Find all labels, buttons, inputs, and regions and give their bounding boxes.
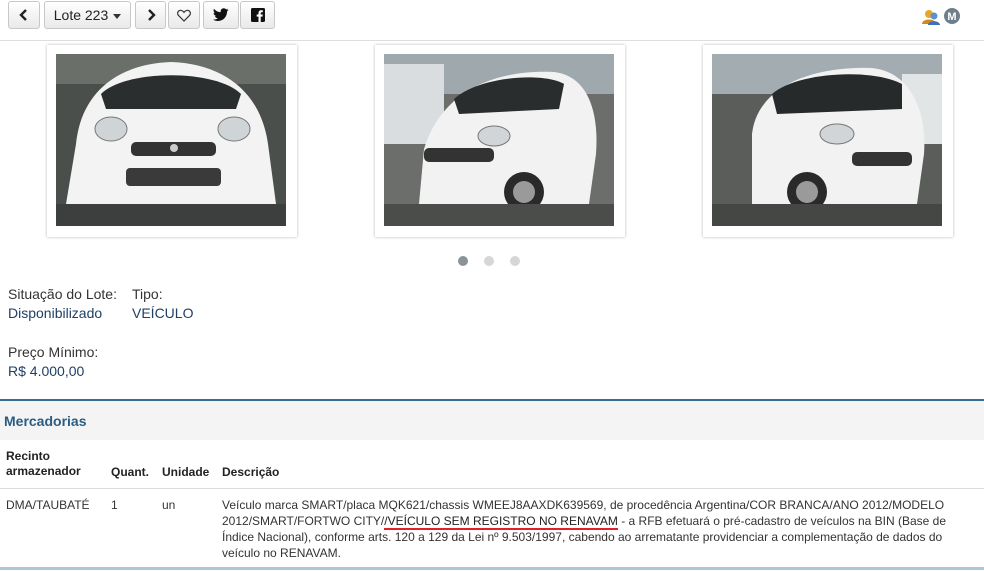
heart-icon (177, 9, 191, 22)
user-group-icon: M (922, 8, 960, 25)
header-recinto-line1: Recinto (6, 449, 51, 463)
twitter-share-button[interactable] (203, 1, 239, 29)
header-recinto-line2: armazenador (6, 464, 81, 478)
table-header-divider (0, 488, 984, 489)
carousel-dot-1[interactable] (458, 256, 468, 266)
cell-descricao: Veículo marca SMART/placa MQK621/chassis… (222, 497, 962, 561)
mercadorias-section-header: Mercadorias (0, 399, 984, 440)
carousel-dot-2[interactable] (484, 256, 494, 266)
next-lote-button[interactable] (135, 1, 166, 29)
table-bottom-border (0, 567, 984, 570)
user-badge-letter: M (947, 11, 956, 23)
header-quant: Quant. (111, 465, 149, 479)
car-photo-front-left (384, 54, 614, 226)
mercadorias-title: Mercadorias (4, 413, 87, 429)
facebook-share-button[interactable] (240, 1, 275, 29)
car-photo-front-right (712, 54, 942, 226)
lote-label: Lote 223 (53, 7, 109, 23)
gallery-photo[interactable] (703, 45, 953, 237)
situacao-value: Disponibilizado (8, 305, 103, 321)
cell-unidade: un (162, 498, 176, 512)
lote-dropdown-button[interactable]: Lote 223 (44, 1, 131, 29)
chevron-right-icon (147, 9, 156, 21)
twitter-icon (213, 8, 229, 21)
cell-recinto: DMA/TAUBATÉ (6, 498, 90, 512)
desc-highlight: /VEÍCULO SEM REGISTRO NO RENAVAM (384, 514, 618, 530)
preco-label: Preço Mínimo: (8, 344, 99, 360)
user-badges[interactable]: M (921, 6, 963, 26)
gallery-photo[interactable] (47, 45, 297, 237)
favorite-button[interactable] (168, 1, 200, 29)
carousel-indicators (455, 256, 525, 268)
header-recinto: Recinto armazenador (6, 449, 81, 479)
facebook-icon (250, 8, 265, 22)
previous-lote-button[interactable] (8, 1, 40, 29)
carousel-dot-3[interactable] (510, 256, 520, 266)
header-unidade: Unidade (162, 465, 210, 479)
cell-quant: 1 (111, 498, 118, 512)
car-photo-front (56, 54, 286, 226)
caret-down-icon (113, 13, 122, 19)
tipo-label: Tipo: (132, 286, 163, 302)
photo-gallery (0, 41, 984, 271)
situacao-label: Situação do Lote: (8, 286, 117, 302)
lote-toolbar: Lote 223 M (0, 0, 984, 41)
tipo-value: VEÍCULO (132, 305, 194, 321)
preco-value: R$ 4.000,00 (8, 363, 85, 379)
header-descricao: Descrição (222, 465, 280, 479)
chevron-left-icon (19, 9, 27, 21)
gallery-photo[interactable] (375, 45, 625, 237)
